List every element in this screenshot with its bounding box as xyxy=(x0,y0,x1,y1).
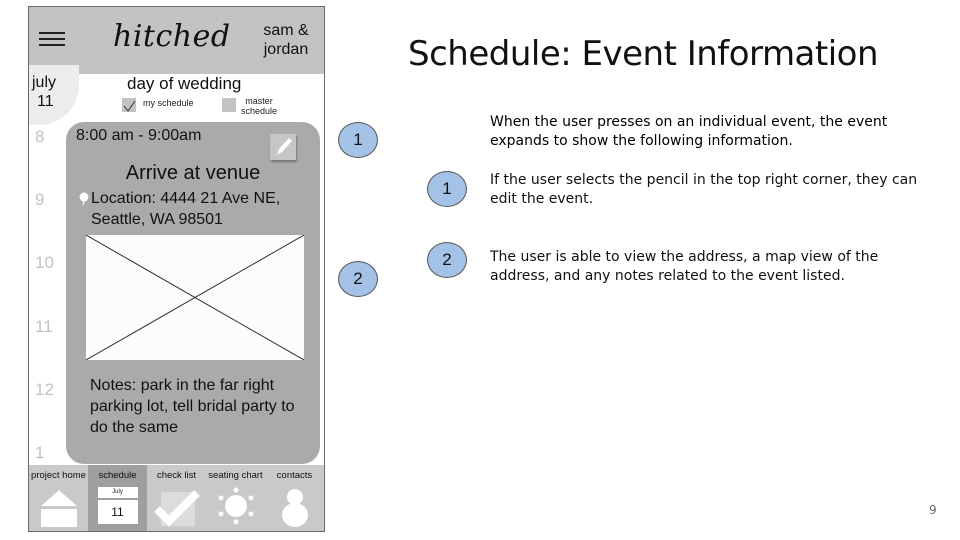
master-schedule-checkbox[interactable] xyxy=(222,98,236,112)
phone-mockup: hitched sam & jordan july 11 day of wedd… xyxy=(28,6,325,532)
map-view[interactable] xyxy=(85,234,305,361)
seating-icon xyxy=(218,487,253,525)
schedule-title: day of wedding xyxy=(127,74,242,93)
my-schedule-label: my schedule xyxy=(143,98,194,108)
note-text: The user is able to view the address, a … xyxy=(490,249,879,284)
page-number: 9 xyxy=(929,503,937,517)
hour-label: 1 xyxy=(35,443,45,462)
location-line-1: Location: 4444 21 Ave NE, xyxy=(91,190,281,207)
event-time: 8:00 am - 9:00am xyxy=(76,127,202,144)
tab-contacts[interactable]: contacts xyxy=(265,465,324,531)
app-header: hitched sam & jordan xyxy=(29,7,324,74)
hour-label: 10 xyxy=(35,253,54,272)
hour-label: 12 xyxy=(35,380,54,399)
pencil-icon xyxy=(277,138,292,155)
master-label-line-2: schedule xyxy=(240,106,278,116)
bottom-tab-bar: project home schedule July 11 check list… xyxy=(29,465,324,531)
couple-line-1: sam & xyxy=(263,22,309,39)
event-card[interactable]: 8:00 am - 9:00am Arrive at venue Locatio… xyxy=(66,122,320,464)
hour-label: 9 xyxy=(35,190,45,209)
tab-project-home[interactable]: project home xyxy=(29,465,88,531)
tab-seating-chart[interactable]: seating chart xyxy=(206,465,265,531)
master-label-line-1: master xyxy=(245,96,273,106)
location-pin-icon xyxy=(79,192,89,206)
hour-label: 8 xyxy=(35,127,45,146)
event-title: Arrive at venue xyxy=(125,162,261,184)
couple-names: sam & jordan xyxy=(257,21,315,59)
tab-label: contacts xyxy=(276,470,313,481)
intro-text: When the user presses on an individual e… xyxy=(490,114,888,149)
hamburger-menu-icon[interactable] xyxy=(39,32,65,49)
event-notes: Notes: park in the far right parking lot… xyxy=(90,377,295,436)
slide-title: Schedule: Event Information xyxy=(408,34,879,74)
home-icon xyxy=(40,490,77,527)
date-month: july xyxy=(32,74,57,91)
note-number: 1 xyxy=(427,171,467,207)
date-day: 11 xyxy=(37,93,54,110)
calendar-month: July xyxy=(97,487,138,498)
hour-label: 11 xyxy=(35,317,53,336)
tab-label: schedule xyxy=(98,470,137,481)
tab-label: project home xyxy=(31,470,86,481)
event-location[interactable]: Location: 4444 21 Ave NE, Seattle, WA 98… xyxy=(91,188,311,230)
tab-schedule[interactable]: schedule July 11 xyxy=(88,465,147,531)
calendar-icon: July 11 xyxy=(97,487,138,524)
checkmark-icon xyxy=(153,490,200,527)
app-logo: hitched xyxy=(113,19,231,54)
my-schedule-checkbox[interactable] xyxy=(122,98,136,112)
note-text: If the user selects the pencil in the to… xyxy=(490,172,918,207)
edit-event-button[interactable] xyxy=(270,134,296,160)
tab-check-list[interactable]: check list xyxy=(147,465,206,531)
note-number: 2 xyxy=(427,242,467,278)
person-icon xyxy=(281,489,308,527)
map-placeholder-icon xyxy=(85,234,305,361)
callout-marker: 2 xyxy=(338,261,378,297)
checkmark-icon xyxy=(123,100,136,112)
tab-label: seating chart xyxy=(208,470,263,481)
callout-marker: 1 xyxy=(338,122,378,158)
calendar-day: 11 xyxy=(97,500,138,524)
master-schedule-label: master schedule xyxy=(239,96,279,116)
location-line-2: Seattle, WA 98501 xyxy=(91,211,223,228)
couple-line-2: jordan xyxy=(263,41,309,58)
tab-label: check list xyxy=(156,470,197,481)
